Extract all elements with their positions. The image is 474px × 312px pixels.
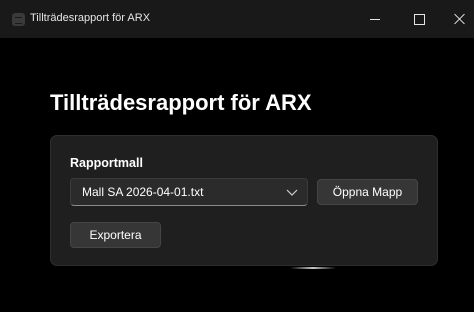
minimize-icon bbox=[370, 18, 380, 20]
window-title: Tillträdesrapport för ARX bbox=[30, 12, 151, 24]
template-label: Rapportmall bbox=[70, 156, 143, 170]
report-card: Rapportmall Mall SA 2026-04-01.txt Öppna… bbox=[50, 135, 438, 266]
chevron-down-icon bbox=[286, 189, 298, 196]
minimize-button[interactable] bbox=[353, 0, 397, 38]
export-button[interactable]: Exportera bbox=[70, 222, 161, 248]
template-select[interactable]: Mall SA 2026-04-01.txt bbox=[70, 178, 308, 206]
maximize-icon bbox=[413, 13, 425, 25]
template-select-value: Mall SA 2026-04-01.txt bbox=[82, 185, 204, 199]
scroll-indicator bbox=[290, 267, 336, 269]
maximize-button[interactable] bbox=[397, 0, 441, 38]
app-logo-icon bbox=[12, 13, 25, 26]
close-button[interactable] bbox=[438, 0, 474, 38]
open-folder-button[interactable]: Öppna Mapp bbox=[317, 179, 418, 205]
title-bar: Tillträdesrapport för ARX bbox=[0, 0, 474, 38]
page-title: Tillträdesrapport för ARX bbox=[50, 90, 312, 115]
close-icon bbox=[454, 13, 466, 25]
